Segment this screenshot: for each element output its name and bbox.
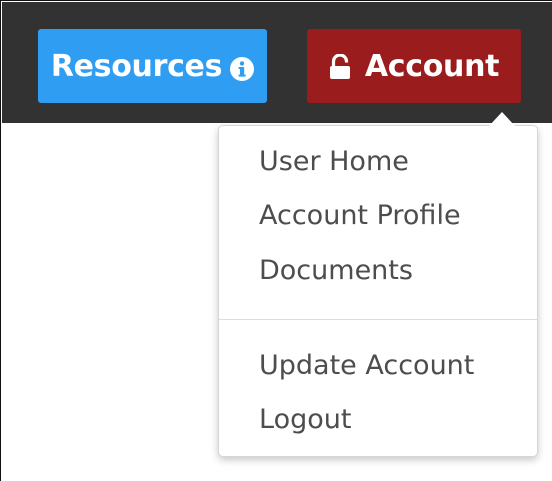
menu-item-update-account[interactable]: Update Account [259, 350, 474, 381]
menu-item-account-profile[interactable]: Account Profile [259, 200, 461, 231]
resources-button[interactable]: Resources [38, 29, 267, 103]
menu-item-logout[interactable]: Logout [259, 404, 351, 435]
page-frame: Resources Account User Home Account Prof… [0, 0, 552, 481]
menu-divider [219, 319, 537, 320]
account-button[interactable]: Account [307, 29, 521, 103]
account-button-label: Account [364, 48, 500, 84]
account-dropdown-menu: User Home Account Profile Documents Upda… [218, 125, 538, 457]
resources-button-label: Resources [50, 48, 223, 84]
unlock-icon [329, 53, 351, 79]
top-navbar: Resources Account [2, 2, 552, 123]
menu-item-documents[interactable]: Documents [259, 255, 413, 286]
menu-item-user-home[interactable]: User Home [259, 146, 409, 177]
dropdown-caret [489, 112, 515, 126]
info-icon [230, 54, 255, 81]
